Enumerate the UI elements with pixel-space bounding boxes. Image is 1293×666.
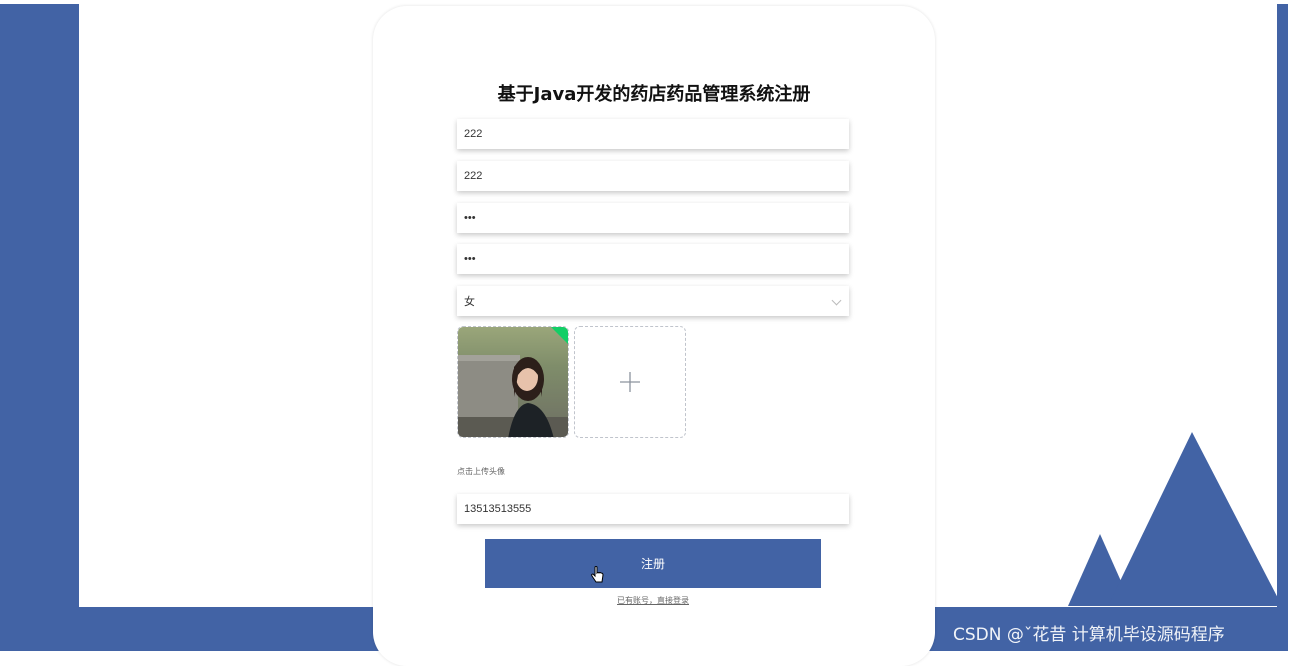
avatar-preview[interactable] (457, 326, 569, 438)
plus-icon (620, 372, 640, 392)
register-card: 基于Java开发的药店药品管理系统注册 女 (373, 6, 935, 666)
name-input[interactable] (457, 161, 849, 191)
phone-input[interactable] (457, 494, 849, 524)
chevron-down-icon (831, 295, 842, 306)
avatar-photo (458, 327, 568, 437)
avatar-upload-button[interactable] (574, 326, 686, 438)
gender-select[interactable]: 女 (457, 286, 849, 316)
password-input[interactable] (457, 203, 849, 233)
username-input[interactable] (457, 119, 849, 149)
upload-hint: 点击上传头像 (457, 467, 505, 476)
watermark: CSDN @ˇ花昔 计算机毕设源码程序 (953, 625, 1225, 645)
register-button[interactable]: 注册 (485, 539, 821, 588)
page-title: 基于Java开发的药店药品管理系统注册 (497, 84, 811, 105)
gender-selected-value: 女 (464, 296, 475, 308)
login-link[interactable]: 已有账号，直接登录 (485, 595, 821, 606)
confirm-password-input[interactable] (457, 244, 849, 274)
mountain-decoration (1068, 432, 1282, 606)
edge-strip (1288, 0, 1293, 651)
hand-pointer-icon (591, 566, 604, 583)
